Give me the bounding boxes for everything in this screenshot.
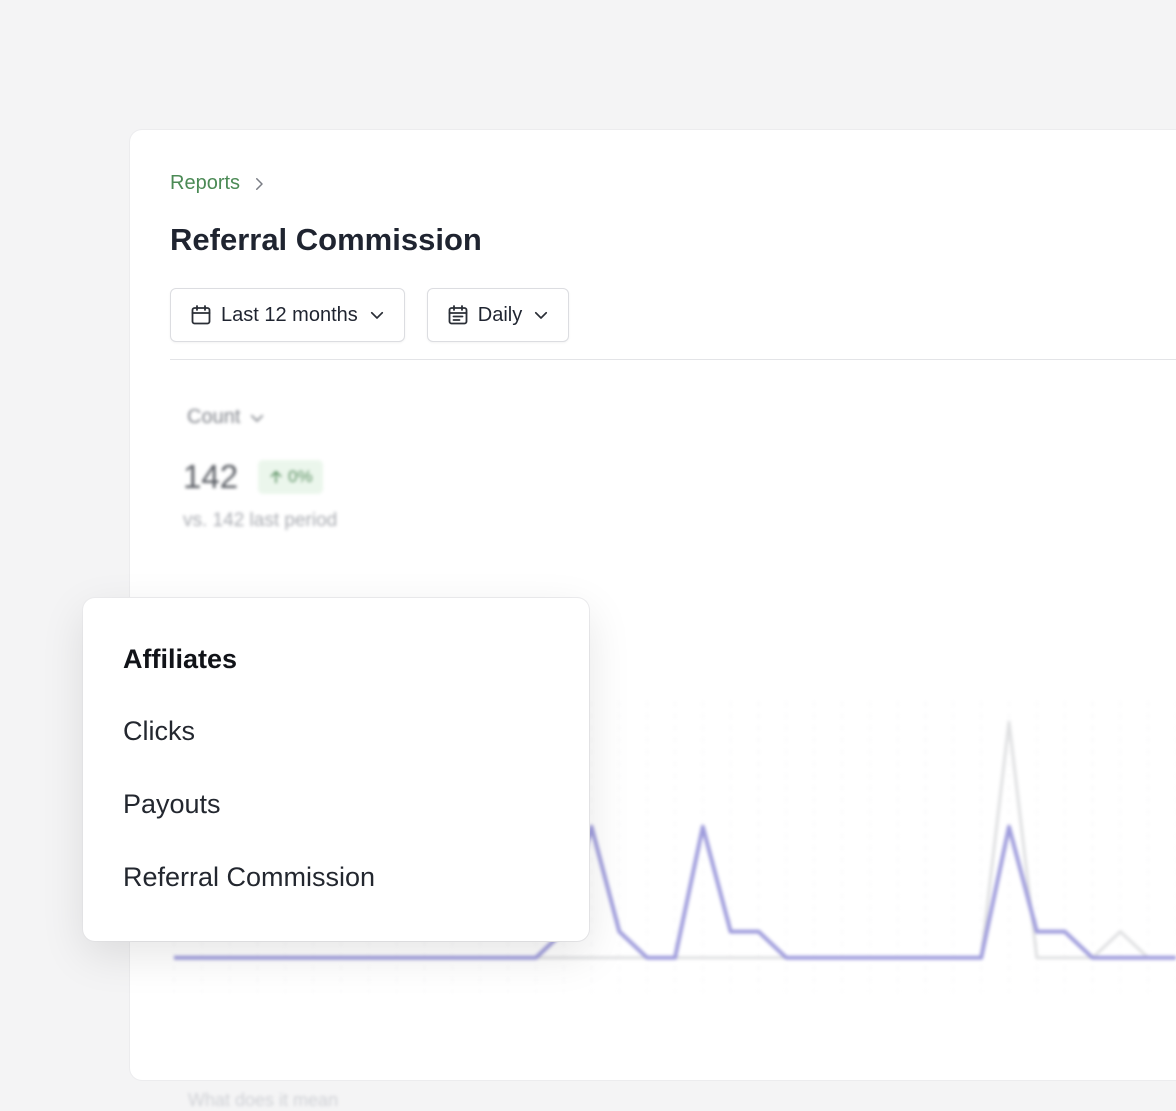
chevron-down-icon xyxy=(370,311,383,319)
calendar-list-icon xyxy=(448,305,468,325)
menu-item-payouts[interactable]: Payouts xyxy=(123,789,221,820)
breadcrumb-reports-link[interactable]: Reports xyxy=(170,172,240,195)
interval-dropdown[interactable]: Daily xyxy=(426,288,570,342)
menu-header-affiliates: Affiliates xyxy=(123,644,238,674)
filter-bar: Last 12 months Daily xyxy=(170,288,570,342)
menu-item-referral-commission[interactable]: Referral Commission xyxy=(123,862,375,893)
breadcrumb[interactable]: Reports xyxy=(170,172,268,195)
chevron-down-icon xyxy=(535,311,548,319)
menu-item-clicks[interactable]: Clicks xyxy=(123,716,195,747)
report-menu: Affiliates Clicks Payouts Referral Commi… xyxy=(83,598,589,941)
calendar-icon xyxy=(191,305,211,325)
chart-footer-text: What does it mean xyxy=(188,1090,339,1110)
chevron-right-icon xyxy=(256,177,263,190)
divider xyxy=(170,359,1176,360)
date-range-dropdown[interactable]: Last 12 months xyxy=(170,288,405,342)
date-range-label: Last 12 months xyxy=(221,303,358,326)
page-title: Referral Commission xyxy=(170,222,482,257)
interval-label: Daily xyxy=(477,303,523,326)
